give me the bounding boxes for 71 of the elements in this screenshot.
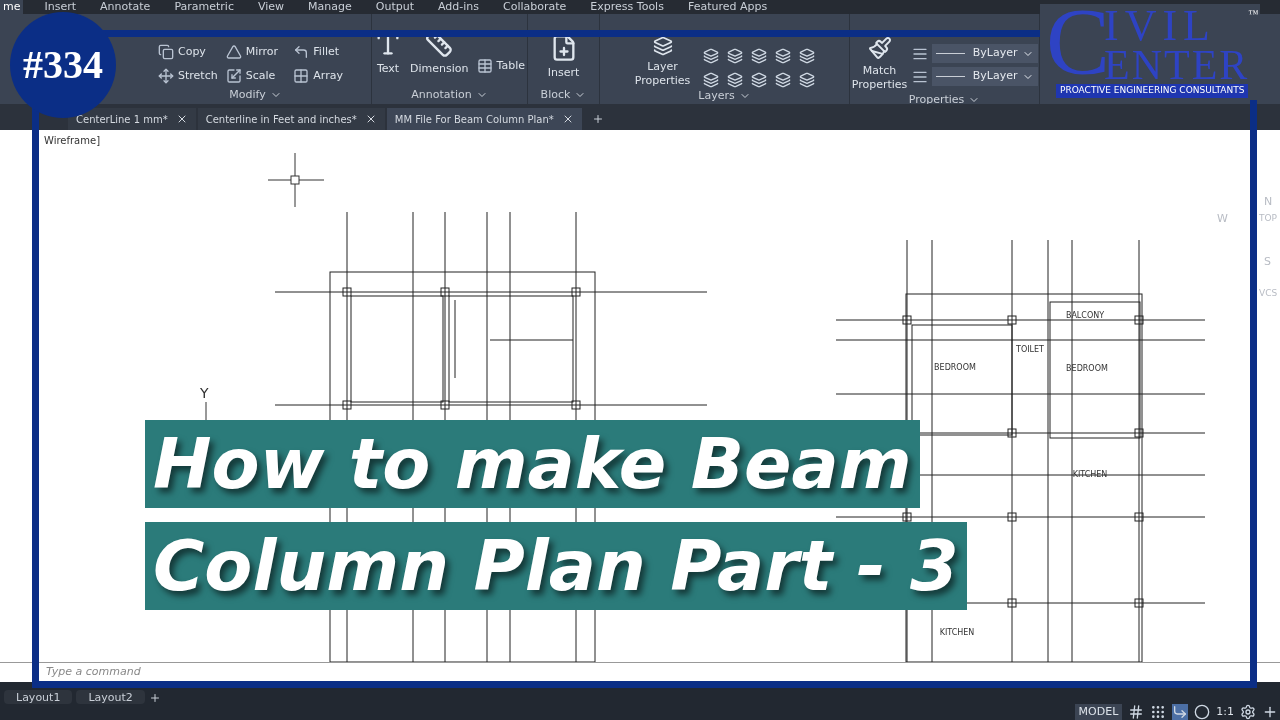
table-icon [476,58,493,74]
layout-tab[interactable]: Layout2 [76,690,145,704]
add-layout-icon[interactable] [148,692,161,704]
customize-icon[interactable] [1262,704,1278,720]
ribbon-tab[interactable]: View [254,0,288,14]
array-icon [293,68,310,84]
panel-title[interactable]: Layers [698,88,751,104]
logo-tagline: PROACTIVE ENGINEERING CONSULTANTS [1056,84,1249,98]
panel-title[interactable]: Properties [908,92,981,108]
scale-icon [225,68,242,84]
ribbon-tool[interactable]: Fillet [291,42,356,62]
ribbon-tool[interactable]: Scale [223,66,288,86]
ribbon-tool[interactable]: Insert [545,34,582,80]
layout-tab[interactable]: Layout1 [4,690,73,704]
file-tab[interactable]: MM File For Beam Column Plan* [386,108,582,130]
layer-tool-icon[interactable] [726,48,743,64]
snap-icon[interactable] [1150,704,1167,720]
layer-tool-icon[interactable] [750,72,767,88]
ucs-axis-label: Y [200,385,209,401]
grid-icon[interactable] [1128,704,1145,720]
layer-tool-icon[interactable] [798,72,815,88]
ribbon-tab[interactable]: Add-ins [435,0,483,14]
file-tab[interactable]: Centerline in Feet and inches* [197,108,385,130]
layer-tool-icon[interactable] [798,48,815,64]
ribbon-tool[interactable]: Table [474,56,527,76]
new-tab-icon[interactable] [591,113,604,125]
room-label: KITCHEN [939,628,975,637]
viewport-label[interactable]: Wireframe] [44,133,101,148]
layer-tool-icon[interactable] [702,72,719,88]
crosshair-cursor-icon [267,152,325,208]
layer-dropdown[interactable]: ByLayer [931,44,1038,63]
ribbon-tool[interactable]: Stretch [155,66,220,86]
trademark-symbol: ™ [1248,7,1258,21]
layer-tool-icon[interactable] [774,48,791,64]
ribbon-tool[interactable]: Text [372,30,405,76]
ribbon-tab[interactable]: Express Tools [587,0,667,14]
ribbon-tool[interactable]: Copy [155,42,220,62]
panel-title[interactable]: Annotation [411,87,488,103]
copy-icon [157,44,174,60]
ribbon-tab[interactable]: Manage [305,0,355,14]
room-label: BEDROOM [934,363,976,372]
model-space-button[interactable]: MODEL [1074,704,1123,720]
ribbon-tab[interactable]: me [0,0,24,14]
panel-title[interactable]: Modify [229,87,282,103]
layers-icon [652,36,673,56]
layer-dropdown[interactable]: ByLayer [931,67,1038,86]
layer-tool-icon[interactable] [726,72,743,88]
ribbon-tab[interactable]: Insert [41,0,80,14]
layer-tool-icon[interactable] [750,48,767,64]
panel-title[interactable]: Block [540,87,587,103]
command-input[interactable]: Type a command [46,664,346,681]
ribbon-tool[interactable]: Mirror [223,42,288,62]
ribbon-tab[interactable]: Collaborate [500,0,570,14]
ribbon-tool[interactable]: Dimension [408,30,471,76]
ribbon-tab[interactable]: Parametric [171,0,237,14]
annotation-scale-button[interactable]: 1:1 [1216,704,1234,720]
room-label: BEDROOM [1066,364,1108,373]
ribbon-tab[interactable]: Annotate [97,0,154,14]
layer-tool-icon[interactable] [774,72,791,88]
ribbon-tool[interactable]: Match Properties [851,36,908,92]
settings-icon[interactable] [1240,704,1256,720]
room-label: TOILET [1016,345,1044,354]
ribbon-tab[interactable]: Output [372,0,417,14]
paintbrush-icon [867,36,892,60]
room-label: BALCONY [1065,311,1105,320]
ribbon-tab[interactable]: Featured Apps [684,0,771,14]
room-label: KITCHEN [1072,470,1108,479]
logo-word: ENTER [1104,44,1250,86]
ribbon-tool[interactable]: Layer Properties [634,36,691,88]
ribbon-tool[interactable]: Array [291,66,356,86]
layer-tool-icon[interactable] [702,48,719,64]
